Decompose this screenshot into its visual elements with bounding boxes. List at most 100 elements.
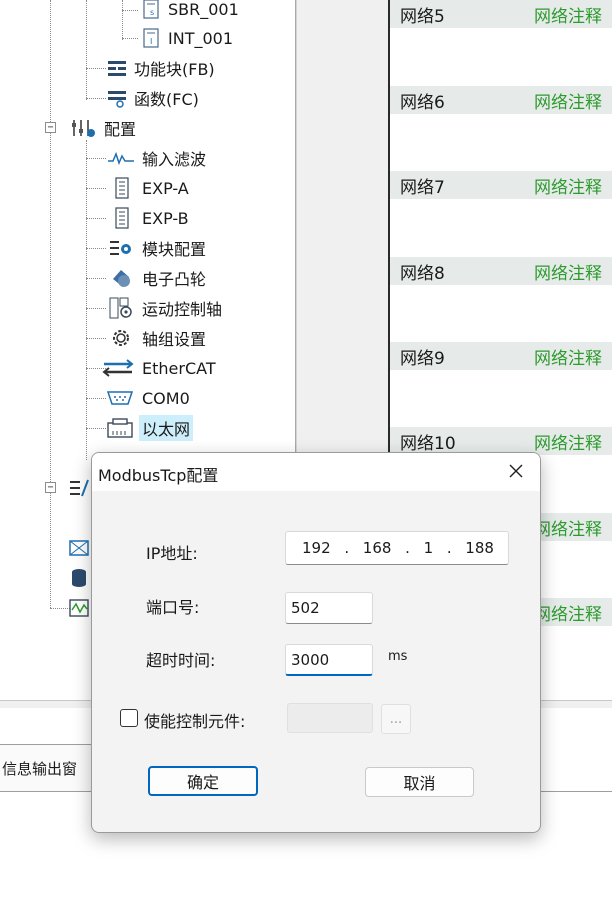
tree-connector — [86, 68, 106, 69]
tree-item-label: 轴组设置 — [142, 330, 207, 349]
network-row[interactable]: 网络5 网络注释 — [390, 0, 612, 85]
electronic-cam-icon — [106, 267, 136, 289]
tree-item-label: 函数(FC) — [134, 90, 199, 109]
network-comment[interactable]: 网络注释 — [534, 344, 602, 369]
tree-item-label: COM0 — [142, 388, 190, 408]
timeout-unit: ms — [388, 649, 408, 664]
input-filter-icon — [106, 147, 136, 169]
close-button[interactable] — [504, 459, 528, 483]
collapse-toggle[interactable]: − — [45, 482, 56, 493]
tree-item-label: 功能块(FB) — [134, 60, 215, 79]
tree-item-label: SBR_001 — [168, 0, 239, 19]
ip-octet-3[interactable]: 1 — [424, 539, 434, 557]
axis-group-gear-icon — [106, 327, 136, 349]
network-row[interactable]: 网络7 网络注释 — [390, 171, 612, 256]
tree-item-input-filter[interactable]: 输入滤波 — [106, 145, 206, 171]
timeout-value: 3000 — [291, 650, 330, 669]
function-icon — [106, 87, 128, 109]
svg-text:s: s — [150, 8, 154, 17]
network-comment[interactable]: 网络注释 — [534, 2, 602, 27]
ethercat-arrows-icon — [100, 357, 136, 379]
network-row[interactable]: 网络9 网络注释 — [390, 342, 612, 427]
ip-octet-4[interactable]: 188 — [465, 539, 494, 557]
network-row[interactable]: 网络6 网络注释 — [390, 86, 612, 171]
expansion-module-icon — [106, 177, 136, 199]
serial-port-icon — [104, 387, 136, 409]
tree-connector — [86, 338, 106, 339]
tree-item-label: 模块配置 — [142, 240, 207, 259]
collapse-toggle[interactable]: − — [45, 122, 56, 133]
tree-connector — [122, 0, 123, 40]
tree-item-exp-a[interactable]: EXP-A — [106, 175, 189, 201]
tree-connector — [122, 10, 138, 11]
port-input[interactable]: 502 — [285, 592, 373, 624]
tree-item-sbr-001[interactable]: s SBR_001 — [140, 0, 239, 22]
document-icon — [68, 477, 90, 499]
modbus-tcp-config-dialog: ModbusTcp配置 IP地址: 192 . 168 . 1 . 188 端口… — [91, 452, 541, 833]
tree-item-label: 输入滤波 — [142, 150, 207, 169]
output-window-label: 信息输出窗 — [2, 759, 78, 778]
network-name: 网络6 — [400, 92, 445, 113]
ip-address-label: IP地址: — [146, 544, 198, 563]
tree-connector — [86, 0, 87, 100]
dialog-titlebar[interactable]: ModbusTcp配置 — [92, 453, 540, 491]
ethernet-port-icon — [104, 417, 136, 439]
close-icon — [509, 464, 523, 478]
ip-octet-2[interactable]: 168 — [363, 539, 392, 557]
network-comment[interactable]: 网络注释 — [534, 429, 602, 454]
tree-item-com0[interactable]: COM0 — [104, 385, 190, 411]
network-comment[interactable]: 网络注释 — [534, 88, 602, 113]
network-comment[interactable]: 网络注释 — [534, 600, 602, 625]
network-comment[interactable]: 网络注释 — [534, 515, 602, 540]
sbr-subroutine-icon: s — [140, 0, 162, 20]
tree-item-motion-axis[interactable]: 运动控制轴 — [106, 295, 222, 321]
control-element-input — [287, 703, 373, 733]
tree-connector — [86, 248, 106, 249]
tree-item-exp-b[interactable]: EXP-B — [106, 205, 189, 231]
int-interrupt-icon: I — [140, 27, 162, 49]
tree-item-label: 电子凸轮 — [142, 270, 207, 289]
port-value: 502 — [291, 599, 320, 617]
browse-button[interactable]: ... — [381, 704, 411, 734]
network-name: 网络8 — [400, 263, 445, 284]
ip-octet-1[interactable]: 192 — [302, 539, 331, 557]
config-sliders-icon — [68, 117, 98, 139]
tree-connector — [86, 278, 106, 279]
tree-item-label: EXP-A — [142, 178, 189, 198]
tree-item-int-001[interactable]: I INT_001 — [140, 25, 233, 51]
tree-item-axis-group[interactable]: 轴组设置 — [106, 325, 206, 351]
enable-control-label: 使能控制元件: — [144, 712, 246, 731]
network-comment[interactable]: 网络注释 — [534, 173, 602, 198]
enable-control-checkbox[interactable] — [120, 709, 138, 727]
dialog-title: ModbusTcp配置 — [98, 466, 219, 485]
tree-item-label: 以太网 — [139, 415, 194, 441]
network-name: 网络10 — [400, 433, 456, 454]
network-comment[interactable]: 网络注释 — [534, 259, 602, 284]
tree-item-function[interactable]: 函数(FC) — [106, 85, 199, 111]
network-name: 网络9 — [400, 348, 445, 369]
timeout-label: 超时时间: — [146, 651, 216, 670]
ip-separator: . — [446, 539, 452, 557]
tree-item-function-block[interactable]: 功能块(FB) — [106, 55, 215, 81]
tree-item-config[interactable]: 配置 — [68, 115, 136, 141]
tree-item-ethercat[interactable]: EtherCAT — [100, 355, 216, 381]
cancel-button[interactable]: 取消 — [365, 767, 474, 797]
tree-item-electronic-cam[interactable]: 电子凸轮 — [106, 265, 206, 291]
ok-button[interactable]: 确定 — [148, 766, 258, 796]
tree-connector — [86, 398, 106, 399]
tree-connector — [50, 0, 51, 608]
port-label: 端口号: — [146, 598, 200, 617]
tree-connector — [86, 308, 106, 309]
output-window-tab[interactable]: 信息输出窗 — [0, 744, 100, 792]
tree-connector — [50, 608, 70, 609]
tree-item-ethernet[interactable]: 以太网 — [104, 415, 194, 441]
function-block-icon — [106, 57, 128, 79]
tree-item-label: 配置 — [104, 120, 137, 139]
ip-address-field[interactable]: 192 . 168 . 1 . 188 — [285, 531, 509, 565]
tree-item-label: INT_001 — [168, 28, 233, 48]
tree-connector — [86, 158, 106, 159]
network-row[interactable]: 网络8 网络注释 — [390, 257, 612, 342]
tree-item-module-config[interactable]: 模块配置 — [106, 235, 206, 261]
timeout-input[interactable]: 3000 — [285, 644, 373, 676]
tree-connector — [122, 38, 138, 39]
